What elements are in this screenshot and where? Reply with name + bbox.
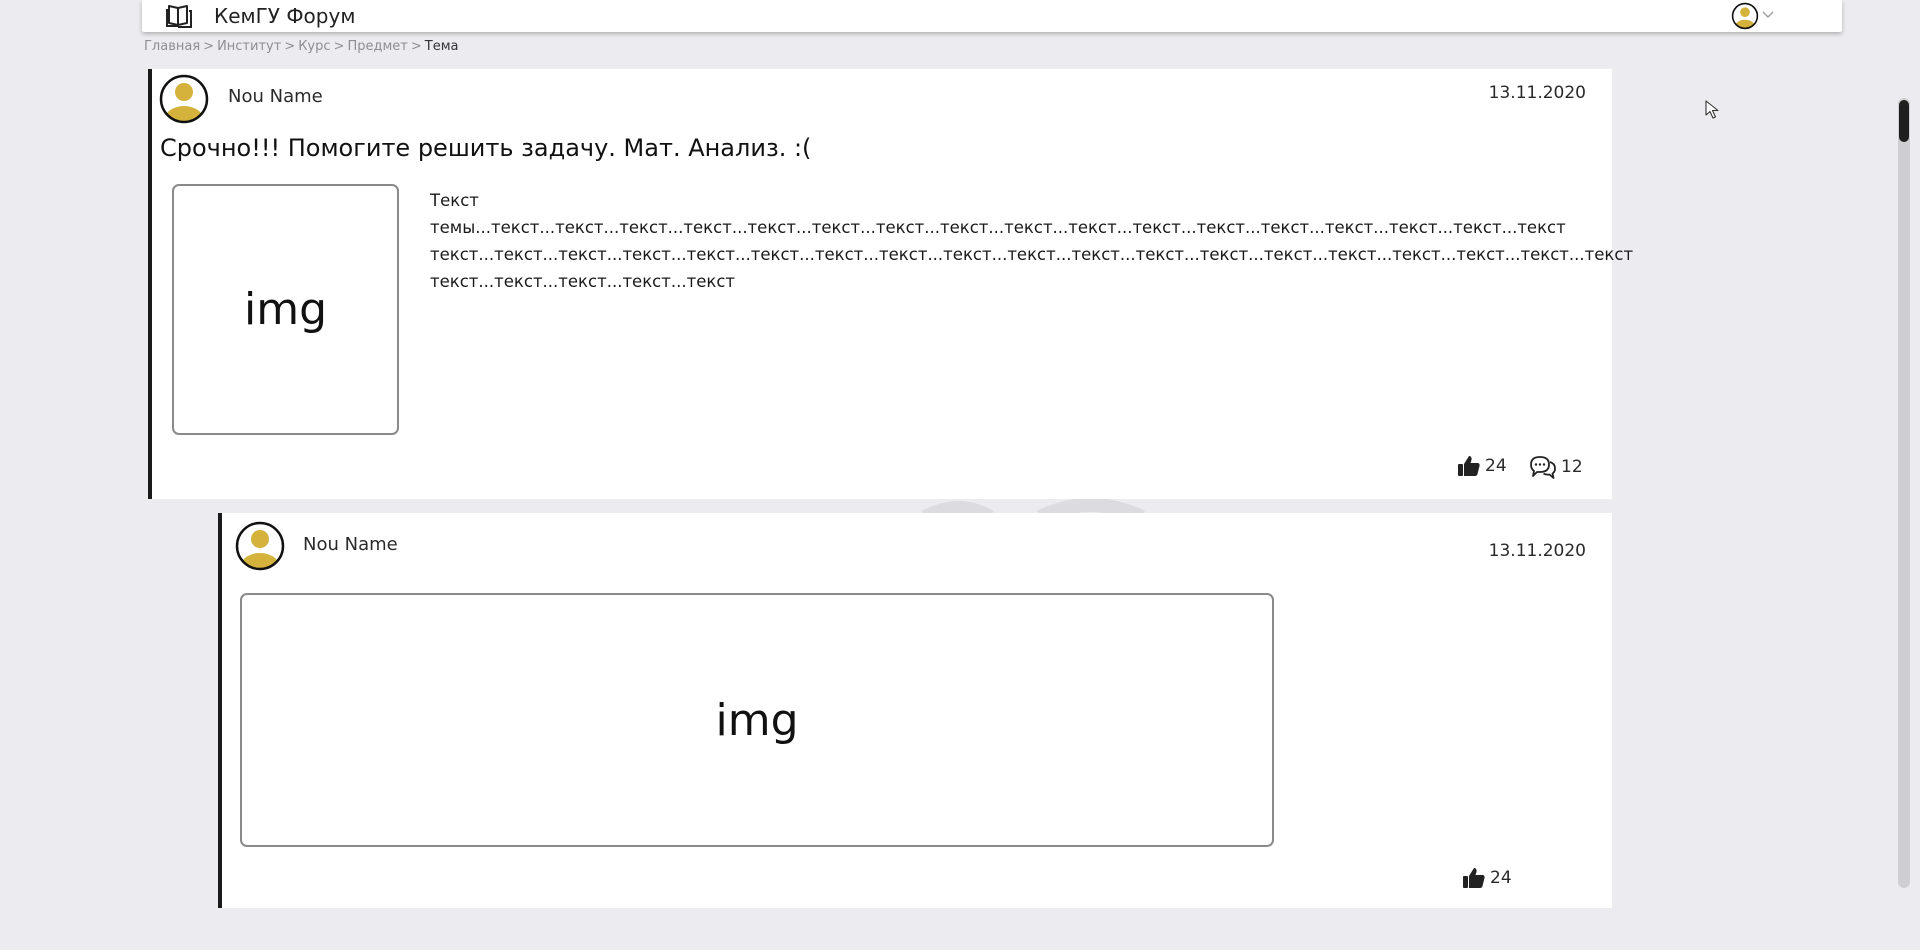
topic-image[interactable]: img <box>172 184 399 435</box>
breadcrumb-link-course[interactable]: Курс <box>298 39 330 54</box>
vertical-scrollbar[interactable] <box>1898 98 1910 888</box>
like-count: 24 <box>1490 868 1512 888</box>
breadcrumb-separator: > <box>284 39 296 54</box>
like-count: 24 <box>1485 456 1507 476</box>
chevron-down-icon[interactable] <box>1762 9 1774 19</box>
topic-title: Срочно!!! Помогите решить задачу. Мат. А… <box>160 134 812 162</box>
breadcrumb-separator: > <box>410 39 422 54</box>
scrollbar-thumb[interactable] <box>1899 100 1909 142</box>
like-button[interactable]: 24 <box>1462 866 1512 890</box>
thumbs-up-icon <box>1463 868 1485 888</box>
reply-image[interactable]: img <box>240 593 1274 847</box>
comments-button[interactable]: 12 <box>1529 454 1583 480</box>
reply-post-card: Nou Name 13.11.2020 img 24 <box>218 513 1612 908</box>
user-avatar-icon[interactable] <box>1731 2 1759 30</box>
mouse-cursor-icon <box>1705 100 1719 119</box>
top-navigation-bar: КемГУ Форум <box>142 0 1842 32</box>
comment-bubbles-icon <box>1530 456 1556 479</box>
like-button[interactable]: 24 <box>1457 454 1507 478</box>
comment-count: 12 <box>1561 457 1583 477</box>
breadcrumb-separator: > <box>333 39 345 54</box>
user-avatar-icon[interactable] <box>234 520 286 572</box>
app-title[interactable]: КемГУ Форум <box>214 4 355 28</box>
thumbs-up-icon <box>1458 456 1480 476</box>
topic-post-card: Nou Name 13.11.2020 Срочно!!! Помогите р… <box>148 69 1634 499</box>
breadcrumb-link-subject[interactable]: Предмет <box>347 39 407 54</box>
breadcrumb-separator: > <box>203 39 215 54</box>
topic-body-text: Текст темы...текст...текст...текст...тек… <box>430 191 1634 291</box>
breadcrumb: Главная > Институт > Курс > Предмет > Тема <box>144 39 458 54</box>
post-author-name[interactable]: Nou Name <box>228 86 323 107</box>
book-logo-icon[interactable] <box>165 3 193 29</box>
post-date: 13.11.2020 <box>1488 83 1586 103</box>
user-avatar-icon[interactable] <box>158 73 210 125</box>
reply-author-name[interactable]: Nou Name <box>303 534 398 555</box>
breadcrumb-link-institute[interactable]: Институт <box>217 39 281 54</box>
breadcrumb-link-home[interactable]: Главная <box>144 39 200 54</box>
reply-date: 13.11.2020 <box>1488 541 1586 561</box>
breadcrumb-current: Тема <box>424 39 459 54</box>
